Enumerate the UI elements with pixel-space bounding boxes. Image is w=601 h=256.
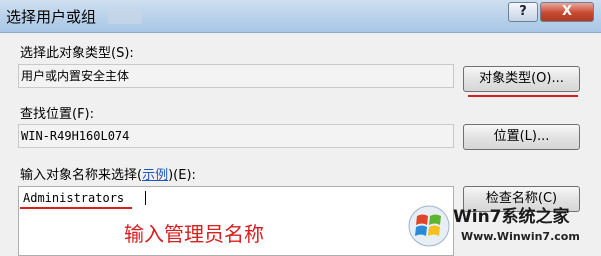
locations-button[interactable]: 位置(L)...	[463, 124, 580, 150]
input-underline	[20, 207, 132, 209]
help-button[interactable]: ?	[508, 2, 538, 22]
object-type-label: 选择此对象类型(S):	[20, 46, 134, 61]
object-names-label-prefix: 输入对象名称来选择(	[20, 168, 143, 183]
watermark-brand: Win7系统之家	[453, 207, 570, 227]
close-button[interactable]: X	[540, 2, 594, 22]
object-type-field: 用户或内置安全主体	[18, 64, 454, 88]
location-field: WIN-R49H160L074	[18, 124, 454, 148]
text-caret	[145, 191, 146, 205]
background-window-ghost	[108, 8, 142, 24]
object-types-button[interactable]: 对象类型(O)...	[463, 66, 580, 92]
watermark: Win7系统之家 Www.Winwin7.com	[405, 200, 601, 253]
window-title: 选择用户或组	[6, 8, 97, 26]
location-label: 查找位置(F):	[20, 107, 95, 122]
object-types-underline	[468, 95, 578, 97]
examples-link[interactable]: 示例	[142, 168, 168, 183]
windows-logo-icon	[408, 205, 450, 247]
object-names-label-suffix: )(E):	[168, 168, 196, 183]
title-bar: 选择用户或组 ? X	[0, 0, 601, 33]
object-names-label: 输入对象名称来选择(示例)(E):	[20, 164, 196, 183]
watermark-url: Www.Winwin7.com	[461, 230, 580, 243]
object-names-value: Administrators	[23, 191, 125, 205]
annotation-text: 输入管理员名称	[124, 222, 264, 246]
